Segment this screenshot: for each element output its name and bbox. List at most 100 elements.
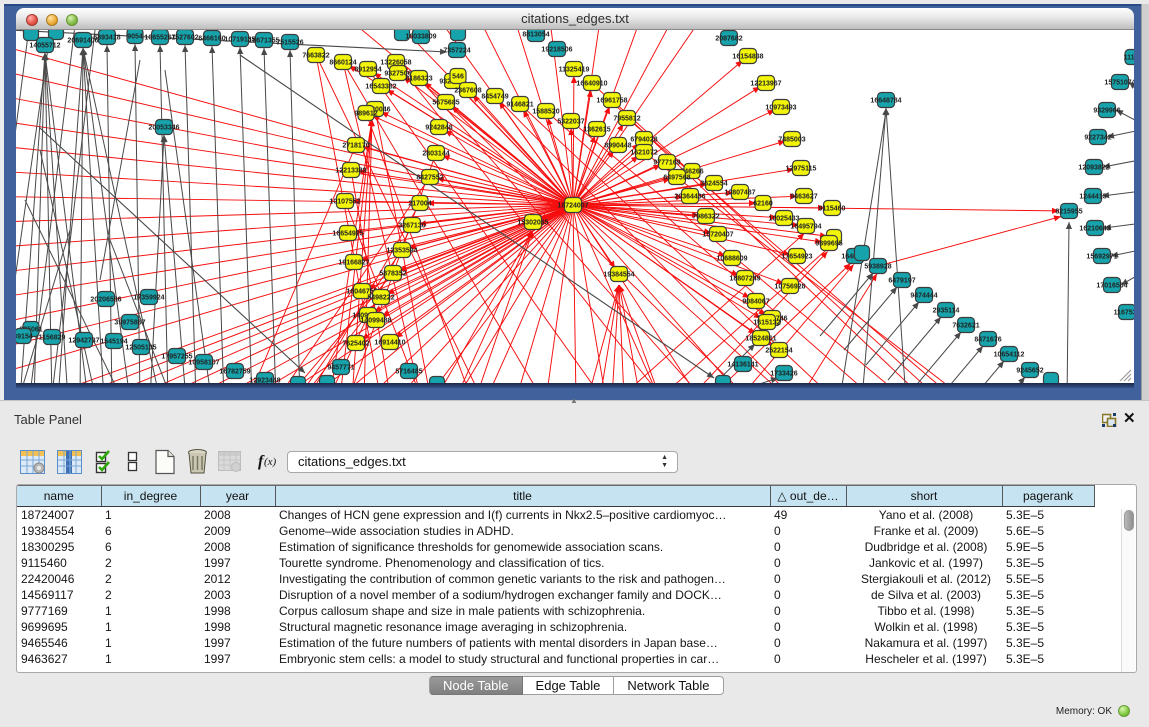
svg-text:15302035: 15302035: [517, 219, 548, 226]
svg-text:16640910: 16640910: [576, 80, 607, 87]
svg-text:5878352: 5878352: [379, 270, 406, 277]
svg-text:7663822: 7663822: [302, 52, 329, 59]
svg-text:7955812: 7955812: [613, 115, 640, 122]
svg-text:8454749: 8454749: [481, 93, 508, 100]
svg-text:7515526: 7515526: [276, 39, 303, 46]
svg-text:1167535: 1167535: [1114, 309, 1134, 316]
svg-text:16495794: 16495794: [790, 223, 821, 230]
svg-text:8215955: 8215955: [1055, 208, 1082, 215]
svg-text:9146821: 9146821: [506, 101, 533, 108]
svg-text:5322037: 5322037: [557, 118, 584, 125]
svg-text:1156829: 1156829: [39, 334, 66, 341]
svg-text:1244415: 1244415: [1079, 193, 1106, 200]
svg-text:8990448: 8990448: [604, 142, 631, 149]
svg-text:16914410: 16914410: [374, 339, 405, 346]
svg-text:10688609: 10688609: [716, 255, 747, 262]
svg-text:8427552: 8427552: [416, 174, 443, 181]
svg-text:1527602: 1527602: [171, 34, 198, 41]
svg-text:5498222: 5498222: [367, 294, 394, 301]
svg-text:20364436: 20364436: [674, 193, 705, 200]
svg-text:8813054: 8813054: [522, 31, 549, 38]
svg-text:17359924: 17359924: [133, 294, 164, 301]
svg-text:12353594: 12353594: [386, 247, 417, 254]
svg-text:9329966: 9329966: [1093, 107, 1120, 114]
svg-text:9084067: 9084067: [742, 298, 769, 305]
svg-text:1615132: 1615132: [753, 319, 780, 326]
svg-text:16671355: 16671355: [248, 37, 279, 44]
svg-text:2935114: 2935114: [933, 307, 960, 314]
svg-text:16961758: 16961758: [596, 97, 627, 104]
svg-text:2803144: 2803144: [422, 150, 449, 157]
svg-text:14136141: 14136141: [727, 361, 758, 368]
svg-text:5938928: 5938928: [864, 263, 891, 270]
svg-text:12975115: 12975115: [786, 165, 817, 172]
svg-text:14099488: 14099488: [360, 317, 391, 324]
svg-text:9457771: 9457771: [327, 364, 354, 371]
svg-text:9115460: 9115460: [819, 205, 846, 212]
svg-text:10958107: 10958107: [188, 359, 219, 366]
svg-text:16648784: 16648784: [870, 97, 901, 104]
svg-text:7357224: 7357224: [443, 47, 470, 54]
svg-text:9242848: 9242848: [425, 124, 452, 131]
svg-text:19166827: 19166827: [338, 259, 369, 266]
svg-text:6466160: 6466160: [198, 35, 225, 42]
svg-text:16782759: 16782759: [219, 368, 250, 375]
svg-text:6893418: 6893418: [93, 34, 120, 41]
svg-text:7625402: 7625402: [342, 340, 369, 347]
svg-text:217004: 217004: [408, 200, 431, 207]
svg-text:17016504: 17016504: [1096, 282, 1127, 289]
svg-text:15751074: 15751074: [1104, 79, 1134, 86]
svg-text:17654923: 17654923: [781, 253, 812, 260]
svg-text:3267130: 3267130: [398, 222, 425, 229]
svg-text:18807249: 18807249: [729, 275, 760, 282]
svg-text:5716485: 5716485: [395, 368, 422, 375]
svg-text:(x): (x): [264, 456, 277, 468]
svg-text:2718170: 2718170: [342, 142, 369, 149]
svg-text:11125: 11125: [1124, 54, 1134, 61]
svg-text:8912954: 8912954: [354, 66, 381, 73]
svg-text:18524861: 18524861: [745, 335, 776, 342]
svg-text:1545194: 1545194: [100, 338, 127, 345]
svg-text:19218506: 19218506: [541, 46, 572, 53]
svg-text:10107552: 10107552: [329, 198, 360, 205]
svg-text:9474444: 9474444: [910, 292, 937, 299]
svg-text:12213967: 12213967: [750, 80, 781, 87]
svg-text:16033809: 16033809: [405, 33, 436, 40]
svg-text:7485003: 7485003: [778, 136, 805, 143]
svg-text:12213389: 12213389: [335, 167, 366, 174]
svg-text:39975867: 39975867: [114, 319, 145, 326]
svg-text:11325419: 11325419: [559, 66, 590, 73]
svg-text:989612: 989612: [354, 110, 377, 117]
svg-text:9463627: 9463627: [790, 193, 817, 200]
svg-text:18724007: 18724007: [557, 202, 588, 209]
svg-text:1621072: 1621072: [630, 149, 657, 156]
svg-text:7632621: 7632621: [952, 322, 979, 329]
svg-text:12505135: 12505135: [125, 344, 156, 351]
svg-text:8660124: 8660124: [329, 59, 356, 66]
svg-text:7986322: 7986322: [692, 213, 719, 220]
svg-text:10654112: 10654112: [994, 351, 1025, 358]
svg-text:546: 546: [452, 73, 464, 80]
svg-text:15720407: 15720407: [702, 231, 733, 238]
svg-text:14055712: 14055712: [29, 42, 60, 49]
svg-text:10973493: 10973493: [765, 104, 796, 111]
svg-text:1588520: 1588520: [532, 108, 559, 115]
svg-text:16654925: 16654925: [332, 230, 363, 237]
svg-text:8186323: 8186323: [405, 75, 432, 82]
svg-text:15692971: 15692971: [1086, 253, 1117, 260]
svg-text:10025433: 10025433: [768, 215, 799, 222]
svg-text:1733426: 1733426: [770, 370, 797, 377]
svg-text:5675685: 5675685: [432, 99, 459, 106]
svg-text:3624554: 3624554: [700, 180, 727, 187]
svg-text:10807487: 10807487: [724, 189, 755, 196]
svg-text:6497568: 6497568: [663, 174, 690, 181]
svg-text:6794028: 6794028: [630, 136, 657, 143]
svg-text:62160: 62160: [753, 200, 773, 207]
svg-text:2367608: 2367608: [454, 87, 481, 94]
svg-text:39154: 39154: [16, 333, 33, 340]
svg-text:2087682: 2087682: [715, 35, 742, 42]
svg-text:19384554: 19384554: [603, 271, 634, 278]
svg-text:9054: 9054: [127, 33, 143, 40]
svg-text:16543382: 16543382: [365, 83, 396, 90]
svg-text:9899695: 9899695: [815, 240, 842, 247]
